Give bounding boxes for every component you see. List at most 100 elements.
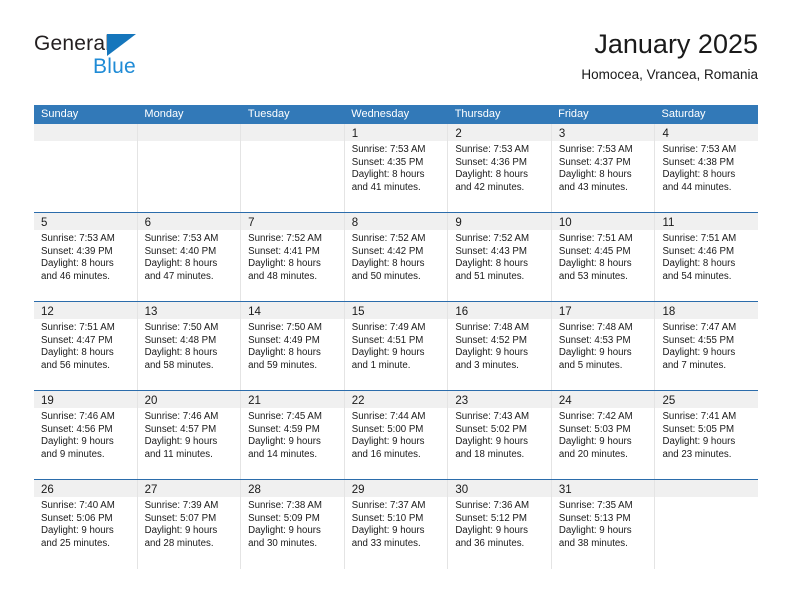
day-cell-3[interactable]: 3 Sunrise: 7:53 AM Sunset: 4:37 PM Daylight…: [551, 124, 656, 212]
day-number-band: 4: [655, 124, 759, 141]
day-detail-line: and 33 minutes.: [351, 537, 421, 549]
day-detail-line: Daylight: 8 hours: [351, 258, 425, 270]
day-detail-line: Sunset: 4:57 PM: [144, 423, 217, 435]
day-cell-9[interactable]: 9 Sunrise: 7:52 AM Sunset: 4:43 PM Daylight…: [448, 213, 552, 301]
day-detail-line: Sunset: 4:53 PM: [558, 334, 631, 346]
day-detail-line: Sunrise: 7:53 AM: [41, 233, 115, 244]
day-number: 7: [248, 217, 255, 229]
day-cell-14[interactable]: 14 Sunrise: 7:50 AM Sunset: 4:49 PM Dayligh…: [241, 302, 345, 390]
day-number-band: 16: [448, 302, 551, 319]
day-details: Sunrise: 7:36 AM Sunset: 5:12 PM Daylight:…: [448, 497, 551, 550]
day-details: Sunrise: 7:37 AM Sunset: 5:10 PM Daylight:…: [345, 497, 448, 550]
day-cell-15[interactable]: 15 Sunrise: 7:49 AM Sunset: 4:51 PM Dayligh…: [344, 302, 449, 390]
title-block: January 2025 Homocea, Vrancea, Romania: [581, 28, 758, 84]
day-number-band: 3: [551, 124, 655, 141]
day-detail-line: Sunrise: 7:51 AM: [41, 322, 115, 333]
day-cell-18[interactable]: 18 Sunrise: 7:47 AM Sunset: 4:55 PM Dayligh…: [655, 302, 759, 390]
day-number-band: 5: [34, 213, 137, 230]
day-detail-line: and 44 minutes.: [662, 181, 732, 193]
day-cell-empty: [137, 124, 242, 212]
day-cell-31[interactable]: 31 Sunrise: 7:35 AM Sunset: 5:13 PM Dayligh…: [551, 480, 656, 569]
day-detail-line: Daylight: 9 hours: [455, 525, 529, 537]
day-cell-26[interactable]: 26 Sunrise: 7:40 AM Sunset: 5:06 PM Dayligh…: [34, 480, 138, 569]
general-blue-logo[interactable]: General Blue: [34, 32, 254, 88]
day-detail-line: Daylight: 9 hours: [351, 347, 425, 359]
day-number: 2: [455, 128, 462, 140]
day-cell-6[interactable]: 6 Sunrise: 7:53 AM Sunset: 4:40 PM Daylight…: [137, 213, 242, 301]
day-number-band: 29: [344, 480, 448, 497]
day-detail-line: Daylight: 9 hours: [351, 436, 425, 448]
day-details: Sunrise: 7:50 AM Sunset: 4:49 PM Daylight:…: [241, 319, 344, 372]
day-details: Sunrise: 7:48 AM Sunset: 4:53 PM Daylight:…: [552, 319, 655, 372]
day-number: 16: [455, 306, 469, 318]
day-number: 27: [144, 484, 158, 496]
day-cell-1[interactable]: 1 Sunrise: 7:53 AM Sunset: 4:35 PM Daylight…: [344, 124, 449, 212]
day-details: Sunrise: 7:53 AM Sunset: 4:36 PM Daylight:…: [448, 141, 551, 194]
day-number-band: 28: [241, 480, 344, 497]
day-detail-line: and 7 minutes.: [662, 359, 727, 371]
day-cell-empty: [655, 480, 759, 569]
day-detail-line: Sunset: 4:35 PM: [351, 156, 424, 168]
day-detail-line: and 50 minutes.: [351, 270, 421, 282]
day-detail-line: and 41 minutes.: [351, 181, 421, 193]
day-number: 13: [144, 306, 158, 318]
day-cell-25[interactable]: 25 Sunrise: 7:41 AM Sunset: 5:05 PM Dayligh…: [655, 391, 759, 479]
day-cell-27[interactable]: 27 Sunrise: 7:39 AM Sunset: 5:07 PM Dayligh…: [137, 480, 242, 569]
day-cell-4[interactable]: 4 Sunrise: 7:53 AM Sunset: 4:38 PM Daylight…: [655, 124, 759, 212]
day-number: 6: [144, 217, 151, 229]
day-detail-line: and 30 minutes.: [248, 537, 318, 549]
day-number-band: 6: [137, 213, 241, 230]
day-number: 28: [248, 484, 261, 496]
day-detail-line: Sunset: 5:05 PM: [662, 423, 735, 435]
day-number-band: 13: [137, 302, 241, 319]
weekday-header-sunday: Sunday: [41, 108, 79, 120]
day-detail-line: Sunrise: 7:39 AM: [144, 500, 219, 511]
day-cell-24[interactable]: 24 Sunrise: 7:42 AM Sunset: 5:03 PM Dayligh…: [551, 391, 656, 479]
day-cell-19[interactable]: 19 Sunrise: 7:46 AM Sunset: 4:56 PM Dayligh…: [34, 391, 138, 479]
day-detail-line: and 16 minutes.: [351, 448, 421, 460]
day-number-band: 15: [344, 302, 448, 319]
day-cell-12[interactable]: 12 Sunrise: 7:51 AM Sunset: 4:47 PM Dayligh…: [34, 302, 138, 390]
day-cell-28[interactable]: 28 Sunrise: 7:38 AM Sunset: 5:09 PM Dayligh…: [241, 480, 345, 569]
day-cell-11[interactable]: 11 Sunrise: 7:51 AM Sunset: 4:46 PM Dayligh…: [655, 213, 759, 301]
day-number-band: [241, 124, 344, 141]
day-number: 18: [662, 306, 676, 318]
day-cell-2[interactable]: 2 Sunrise: 7:53 AM Sunset: 4:36 PM Daylight…: [448, 124, 552, 212]
day-cell-5[interactable]: 5 Sunrise: 7:53 AM Sunset: 4:39 PM Daylight…: [34, 213, 138, 301]
day-cell-10[interactable]: 10 Sunrise: 7:51 AM Sunset: 4:45 PM Dayligh…: [551, 213, 656, 301]
day-detail-line: Sunrise: 7:40 AM: [41, 500, 115, 511]
day-number-band: 21: [241, 391, 344, 408]
day-cell-30[interactable]: 30 Sunrise: 7:36 AM Sunset: 5:12 PM Dayligh…: [448, 480, 552, 569]
day-detail-line: Sunset: 5:06 PM: [41, 512, 113, 524]
day-number-band: 22: [344, 391, 448, 408]
day-cell-23[interactable]: 23 Sunrise: 7:43 AM Sunset: 5:02 PM Dayligh…: [448, 391, 552, 479]
day-detail-line: and 56 minutes.: [41, 359, 110, 371]
day-number-band: 14: [241, 302, 344, 319]
day-cell-16[interactable]: 16 Sunrise: 7:48 AM Sunset: 4:52 PM Dayligh…: [448, 302, 552, 390]
day-detail-line: Daylight: 9 hours: [662, 347, 736, 359]
day-cell-22[interactable]: 22 Sunrise: 7:44 AM Sunset: 5:00 PM Dayligh…: [344, 391, 449, 479]
day-cell-empty: [241, 124, 345, 212]
day-detail-line: Sunrise: 7:46 AM: [144, 411, 219, 422]
day-cell-8[interactable]: 8 Sunrise: 7:52 AM Sunset: 4:42 PM Daylight…: [344, 213, 449, 301]
day-cell-21[interactable]: 21 Sunrise: 7:45 AM Sunset: 4:59 PM Dayligh…: [241, 391, 345, 479]
day-cell-29[interactable]: 29 Sunrise: 7:37 AM Sunset: 5:10 PM Dayligh…: [344, 480, 449, 569]
day-details: Sunrise: 7:41 AM Sunset: 5:05 PM Daylight:…: [655, 408, 758, 461]
day-detail-line: Daylight: 8 hours: [558, 258, 632, 270]
day-number: 29: [351, 484, 365, 496]
day-detail-line: Sunrise: 7:50 AM: [144, 322, 219, 333]
day-detail-line: Sunrise: 7:51 AM: [662, 233, 737, 244]
day-number: 12: [41, 306, 54, 318]
day-number-band: [655, 480, 759, 497]
day-cell-7[interactable]: 7 Sunrise: 7:52 AM Sunset: 4:41 PM Daylight…: [241, 213, 345, 301]
day-number-band: 1: [344, 124, 448, 141]
day-detail-line: Sunset: 4:46 PM: [662, 245, 735, 257]
day-detail-line: Sunrise: 7:49 AM: [351, 322, 426, 333]
day-cell-20[interactable]: 20 Sunrise: 7:46 AM Sunset: 4:57 PM Dayligh…: [137, 391, 242, 479]
day-detail-line: Sunset: 4:47 PM: [41, 334, 113, 346]
day-number: 26: [41, 484, 54, 496]
day-detail-line: Daylight: 9 hours: [248, 525, 321, 537]
day-cell-17[interactable]: 17 Sunrise: 7:48 AM Sunset: 4:53 PM Dayligh…: [551, 302, 656, 390]
day-number-band: 24: [551, 391, 655, 408]
day-cell-13[interactable]: 13 Sunrise: 7:50 AM Sunset: 4:48 PM Dayligh…: [137, 302, 242, 390]
